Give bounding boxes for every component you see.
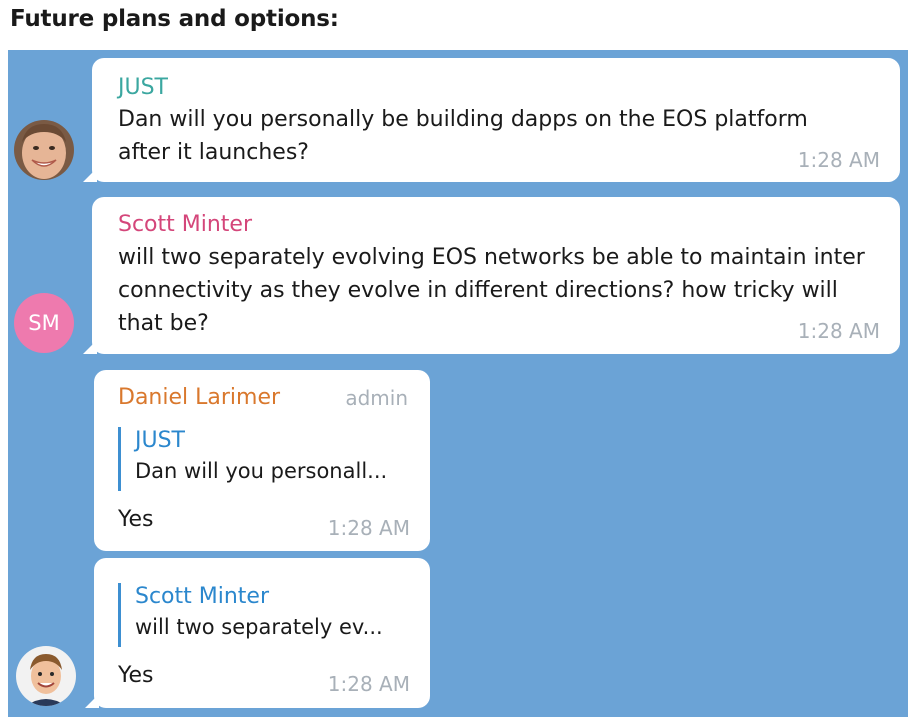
bubble-tail [83, 168, 97, 182]
message-bubble[interactable]: Scott Minter will two separately ev... Y… [85, 558, 430, 708]
message-bubble[interactable]: Scott Minter will two separately evolvin… [83, 197, 900, 354]
page-title: Future plans and options: [10, 6, 339, 32]
photo-face-icon [14, 120, 74, 180]
avatar-daniel[interactable] [16, 646, 76, 706]
reply-preview[interactable]: JUST Dan will you personall... [118, 427, 387, 491]
reply-text: Dan will you personall... [135, 459, 388, 483]
message-bubble[interactable]: Daniel Larimer admin JUST Dan will you p… [94, 370, 430, 551]
reply-preview[interactable]: Scott Minter will two separately ev... [118, 583, 383, 647]
avatar-scott[interactable]: SM [14, 293, 74, 353]
avatar-just[interactable] [14, 120, 74, 180]
admin-badge: admin [345, 386, 408, 410]
sender-name[interactable]: JUST [118, 75, 168, 101]
message-bubble[interactable]: JUST Dan will you personally be building… [83, 58, 900, 182]
sender-name[interactable]: Daniel Larimer [118, 385, 280, 411]
reply-sender: Scott Minter [135, 584, 270, 609]
bubble-tail [83, 340, 97, 354]
reply-sender: JUST [135, 428, 185, 453]
message-time: 1:28 AM [797, 148, 880, 172]
message-text: will two separately evolving EOS network… [118, 245, 865, 336]
sender-name[interactable]: Scott Minter [118, 212, 252, 238]
avatar-initials: SM [28, 311, 60, 335]
bubble-tail [85, 694, 99, 708]
message-time: 1:28 AM [327, 672, 410, 696]
message-time: 1:28 AM [327, 516, 410, 540]
message-text: Dan will you personally be building dapp… [118, 107, 808, 165]
message-text: Yes [118, 507, 154, 532]
reply-text: will two separately ev... [135, 615, 383, 639]
message-time: 1:28 AM [797, 319, 880, 343]
cartoon-face-icon [16, 646, 76, 706]
message-text: Yes [118, 663, 154, 688]
chat-area[interactable]: JUST Dan will you personally be building… [8, 50, 908, 717]
